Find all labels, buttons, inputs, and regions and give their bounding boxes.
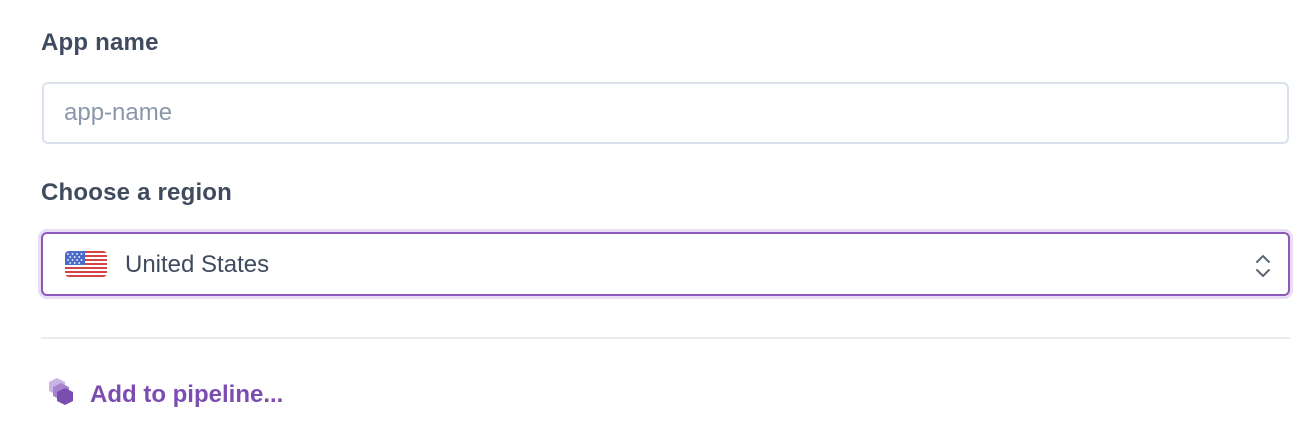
region-label: Choose a region <box>41 179 233 206</box>
chevron-up-down-icon <box>1254 252 1272 280</box>
region-select-value: United States <box>125 251 270 278</box>
app-name-label: App name <box>41 29 159 56</box>
region-select[interactable]: United States <box>41 232 1290 296</box>
add-to-pipeline-label: Add to pipeline... <box>90 381 284 408</box>
section-divider <box>41 337 1290 339</box>
app-name-input[interactable] <box>42 82 1289 144</box>
add-to-pipeline-link[interactable]: Add to pipeline... <box>41 375 311 415</box>
us-flag-icon <box>65 251 107 277</box>
pipeline-icon <box>41 378 77 410</box>
